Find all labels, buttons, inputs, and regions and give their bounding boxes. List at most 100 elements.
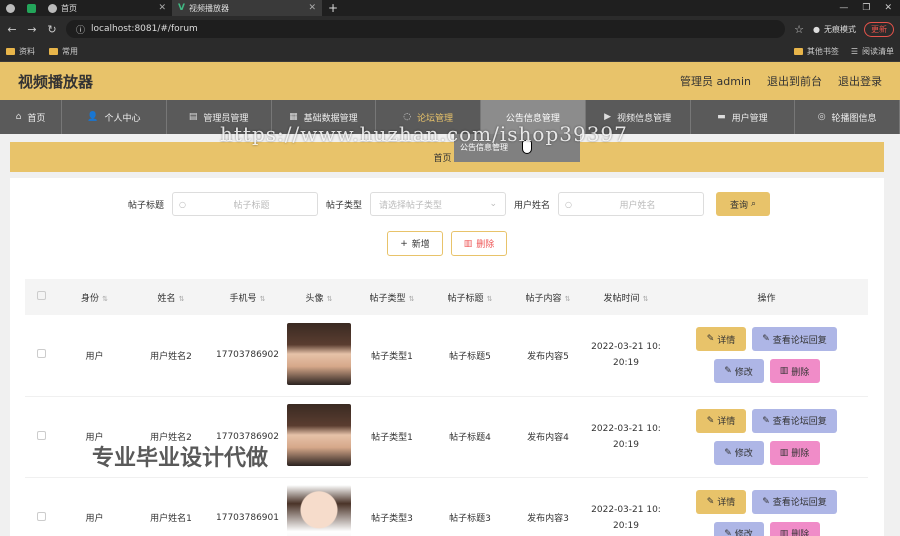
restore-icon[interactable]: ❐ — [862, 3, 870, 13]
cell-content: 发布内容5 — [527, 351, 569, 362]
row-checkbox[interactable] — [36, 349, 46, 359]
add-button[interactable]: + 新增 — [387, 231, 443, 256]
bookmark-folder[interactable]: 资料 — [6, 46, 35, 57]
close-icon[interactable]: ✕ — [308, 3, 316, 13]
title-search-input[interactable]: ○ 帖子标题 — [172, 192, 319, 216]
chevron-down-icon: ⌄ — [489, 199, 498, 209]
bookmarks-bar: 资料 常用 其他书签 ☰ 阅读清单 — [0, 42, 900, 62]
view-replies-button[interactable]: ✎ 查看论坛回复 — [752, 489, 837, 514]
search-button[interactable]: 查询 ⌕ — [716, 192, 771, 216]
user-icon: 👤 — [87, 112, 99, 122]
search-icon: ○ — [179, 199, 186, 209]
reload-icon[interactable]: ↻ — [46, 23, 58, 36]
admin-label: 管理员 admin — [680, 75, 751, 88]
sort-icon: ⇅ — [178, 294, 185, 303]
type-select[interactable]: 请选择帖子类型 ⌄ — [370, 192, 507, 216]
nav-item-carousel[interactable]: ◎ 轮播图信息 — [795, 100, 900, 134]
forward-icon[interactable]: → — [26, 23, 38, 36]
select-all-checkbox[interactable] — [36, 291, 46, 300]
username-filter-label: 用户姓名 — [514, 200, 551, 211]
edit-button[interactable]: ✎ 修改 — [713, 440, 764, 465]
column-header[interactable]: 姓名 ⇅ — [132, 279, 210, 315]
row-checkbox[interactable] — [36, 511, 46, 521]
view-replies-button[interactable]: ✎ 查看论坛回复 — [752, 408, 837, 433]
delete-button[interactable]: ▥ 删除 — [769, 440, 820, 465]
cell-phone: 17703786902 — [216, 350, 279, 361]
nav-item-users[interactable]: ▬ 用户管理 — [691, 100, 796, 134]
back-icon[interactable]: ← — [6, 23, 18, 36]
cell-content: 发布内容3 — [527, 514, 569, 524]
search-icon: ⌕ — [751, 199, 757, 209]
app-title: 视频播放器 — [18, 72, 94, 91]
detail-button[interactable]: ✎ 详情 — [696, 327, 746, 352]
view-replies-button[interactable]: ✎ 查看论坛回复 — [752, 327, 837, 352]
nav-item-home[interactable]: ⌂ 首页 — [0, 100, 62, 134]
incognito-indicator[interactable]: ● 无痕模式 — [813, 24, 856, 35]
cell-type: 帖子类型1 — [371, 433, 413, 443]
table-row: 用户 用户姓名2 17703786902 帖子类型1 帖子标题5 发布内容5 2… — [25, 315, 868, 396]
batch-delete-button[interactable]: ▥ 删除 — [451, 231, 507, 256]
edit-icon: ✎ — [706, 496, 715, 507]
sort-icon: ⇅ — [486, 294, 493, 303]
app-favicon-icon — [27, 3, 36, 13]
cell-date: 2022-03-21 10: 20:19 — [591, 342, 661, 369]
delete-button[interactable]: ▥ 删除 — [769, 359, 820, 384]
edit-icon: ✎ — [724, 366, 732, 377]
cell-type: 帖子类型1 — [371, 351, 413, 362]
breadcrumb-home[interactable]: 首页 — [433, 151, 451, 164]
avatar — [287, 404, 351, 466]
edit-button[interactable]: ✎ 修改 — [713, 359, 764, 384]
watermark-url: https://www.huzhan.com/ishop39397 — [220, 122, 628, 146]
edit-icon: ✎ — [706, 415, 715, 426]
close-icon[interactable]: ✕ — [158, 3, 166, 13]
sort-icon: ⇅ — [564, 294, 571, 303]
sort-icon: ⇅ — [642, 294, 649, 303]
edit-button[interactable]: ✎ 修改 — [713, 521, 764, 536]
cell-identity: 用户 — [85, 514, 104, 524]
breadcrumb: 首页 / — [10, 142, 884, 172]
browser-tab[interactable] — [0, 0, 21, 16]
star-icon[interactable]: ☆ — [793, 23, 805, 36]
column-header[interactable]: 帖子内容 ⇅ — [509, 279, 587, 315]
browser-tab[interactable] — [21, 0, 42, 16]
delete-button[interactable]: ▥ 删除 — [769, 521, 820, 536]
cell-date: 2022-03-21 10: 20:19 — [591, 423, 661, 450]
update-button[interactable]: 更新 — [864, 21, 894, 37]
column-header[interactable]: 头像 ⇅ — [285, 279, 353, 315]
column-header[interactable]: 手机号 ⇅ — [210, 279, 285, 315]
chat-icon: ◌ — [403, 112, 412, 122]
table-row: 用户 用户姓名1 17703786901 帖子类型3 帖子标题3 发布内容3 2… — [25, 477, 868, 536]
plus-icon: + — [400, 238, 408, 249]
forum-table: 身份 ⇅ 姓名 ⇅ 手机号 ⇅ 头像 ⇅ 帖子类型 ⇅ 帖子标题 ⇅ 帖子内容 ⇅ 发帖时间 ⇅… — [25, 279, 868, 536]
close-window-icon[interactable]: ✕ — [884, 3, 892, 13]
browser-tab-home[interactable]: 首页 ✕ — [42, 0, 172, 16]
minimize-icon[interactable]: — — [839, 3, 848, 13]
image-icon: ◎ — [817, 112, 826, 122]
bookmark-folder[interactable]: 常用 — [49, 46, 78, 57]
logout-link[interactable]: 退出登录 — [838, 73, 882, 89]
url-field[interactable]: ⓘ localhost:8081/#/forum — [66, 20, 786, 38]
table-header-row: 身份 ⇅ 姓名 ⇅ 手机号 ⇅ 头像 ⇅ 帖子类型 ⇅ 帖子标题 ⇅ 帖子内容 ⇅ 发帖时间 ⇅… — [25, 279, 868, 315]
type-filter-label: 帖子类型 — [326, 200, 363, 211]
column-header[interactable]: 发帖时间 ⇅ — [587, 279, 665, 315]
reading-list[interactable]: ☰ 阅读清单 — [851, 46, 894, 57]
detail-button[interactable]: ✎ 详情 — [696, 489, 746, 514]
trash-icon: ▥ — [779, 366, 789, 377]
address-bar: ← → ↻ ⓘ localhost:8081/#/forum ☆ ● 无痕模式 更… — [0, 16, 900, 42]
trash-icon: ▥ — [779, 528, 789, 536]
other-bookmarks[interactable]: 其他书签 — [793, 46, 839, 57]
column-header[interactable]: 身份 ⇅ — [57, 279, 132, 315]
cell-type: 帖子类型3 — [371, 514, 413, 524]
row-checkbox[interactable] — [36, 430, 46, 440]
filter-bar: 帖子标题 ○ 帖子标题 帖子类型 请选择帖子类型 ⌄ 用户姓名 ○ 用户姓名 查询 ⌕ — [10, 178, 884, 216]
new-tab-button[interactable]: + — [322, 1, 344, 15]
column-header[interactable]: 帖子标题 ⇅ — [431, 279, 509, 315]
detail-button[interactable]: ✎ 详情 — [696, 408, 746, 433]
nav-item-profile[interactable]: 👤 个人中心 — [62, 100, 167, 134]
username-search-input[interactable]: ○ 用户姓名 — [558, 192, 705, 216]
back-to-front-link[interactable]: 退出到前台 — [767, 73, 822, 89]
folder-icon — [793, 48, 803, 55]
browser-tab-active[interactable]: V 视频播放器 ✕ — [172, 0, 322, 16]
window-controls: — ❐ ✕ — [839, 0, 892, 16]
column-header[interactable]: 帖子类型 ⇅ — [353, 279, 431, 315]
